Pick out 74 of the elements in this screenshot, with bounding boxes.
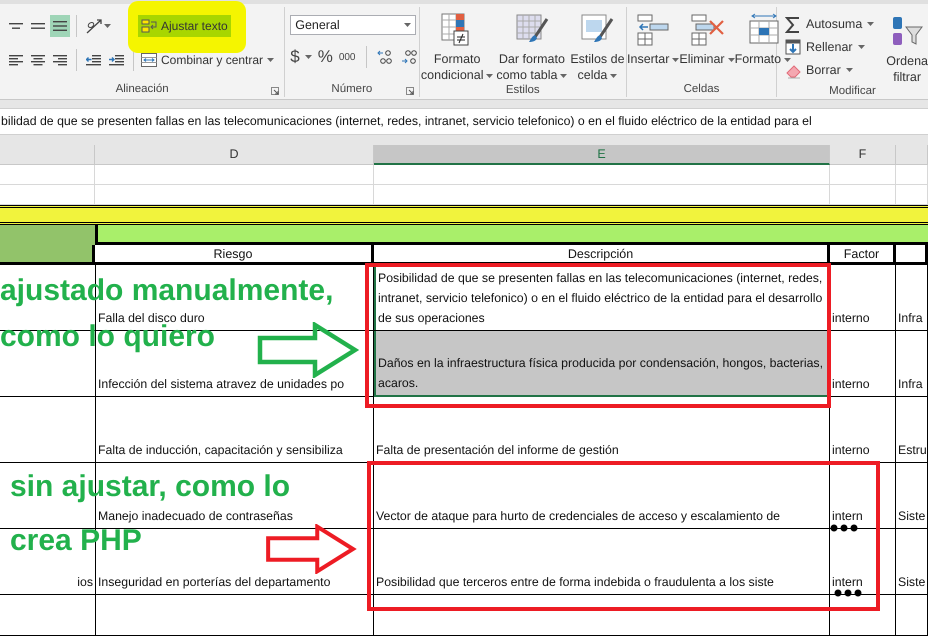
delete-cells-icon (690, 13, 724, 47)
caret-icon (728, 58, 735, 62)
wrap-text-icon (141, 19, 157, 33)
align-center-icon (31, 54, 45, 66)
align-bottom-button[interactable] (50, 15, 70, 37)
column-header[interactable]: F (830, 145, 896, 165)
indent-icon (109, 54, 124, 66)
caret-icon (104, 24, 111, 28)
caret-icon (267, 58, 274, 62)
table-paintbrush-button[interactable]: Dar formato como tabla (496, 13, 568, 83)
outdent-icon (86, 54, 101, 66)
table-cell: Infra (896, 331, 928, 396)
header-cell: Factor (830, 245, 896, 265)
caret-icon (304, 55, 312, 59)
group-label: Número (331, 83, 372, 95)
empty-cell (830, 165, 896, 185)
table-cell: Infra (896, 265, 928, 330)
percent-button[interactable]: % (318, 46, 333, 68)
currency-button[interactable]: $ (290, 46, 312, 68)
table-cell: interno (830, 397, 896, 462)
caret-icon (784, 58, 792, 62)
sum-icon (785, 16, 802, 32)
cell-style-paintbrush-button[interactable]: Estilos de celda (570, 13, 625, 83)
table-cell: Falta de presentación del informe de gestión (374, 397, 830, 462)
group-label: Alineación (116, 83, 169, 95)
sort-filter-button[interactable]: Ordena filtrar (886, 15, 928, 85)
header-cell: Riesgo (95, 245, 374, 265)
align-top-icon (9, 23, 23, 29)
delete-cells-button[interactable]: Eliminar (679, 13, 735, 67)
empty-cell (896, 165, 928, 185)
increase-decimal-icon (376, 49, 394, 65)
decrease-decimal-icon (400, 49, 418, 65)
align-right-icon (53, 54, 67, 66)
table-cell: Vector de ataque para hurto de credenciales de acceso y escalamiento de (374, 463, 830, 528)
insert-cells-icon (636, 13, 670, 47)
caret-icon (672, 58, 680, 62)
table-cell-text: ios (77, 574, 93, 591)
merge-center-button[interactable]: Combinar y centrar (138, 49, 278, 71)
merge-icon (141, 53, 157, 67)
align-left-icon (9, 54, 23, 66)
caret-icon (867, 22, 874, 26)
table-cell: Posibilidad que terceros entre de forma indebida o fraudulenta a los siste (374, 529, 830, 594)
number-format-dropdown[interactable]: General (290, 15, 416, 35)
table-cell: Daños en la infraestructura física producida por condensación, hongos, bacterias, acaros. (374, 331, 830, 397)
thousands-button[interactable]: 000 (338, 52, 356, 62)
group-label: Celdas (684, 83, 720, 95)
group-label: Modificar (829, 85, 876, 97)
wrap-text-button[interactable]: Ajustar texto (138, 15, 231, 37)
orientation-icon (86, 18, 102, 34)
table-cell: Falta de inducción, capacitación y sensibiliza (95, 397, 374, 462)
insert-cells-button[interactable]: Insertar (627, 13, 680, 67)
caret-icon (560, 74, 568, 78)
launcher-icon (271, 87, 280, 95)
caret-icon (858, 45, 865, 49)
align-bottom-icon (53, 21, 67, 31)
table-cell: Siste (896, 529, 928, 594)
table-cell: Siste (896, 463, 928, 528)
empty-cell (896, 245, 928, 265)
formula-bar[interactable]: bilidad de que se presenten fallas en las telecomunicaciones (internet, redes, intranet, servicio telefonico) o en el fluido eléctrico de la entidad para el (0, 108, 928, 135)
sum-button[interactable]: Autosuma (785, 15, 874, 33)
conditional-format-button[interactable]: Formato condicional (420, 13, 494, 83)
caret-icon (486, 74, 494, 78)
caret-icon (610, 74, 618, 78)
table-cell: Estru (896, 397, 928, 462)
caret-icon (404, 23, 412, 27)
header-cell: Descripción (374, 245, 830, 265)
group-label: Estilos (506, 84, 540, 96)
table-cell: interno (830, 265, 896, 330)
table-cell: interno (830, 331, 896, 396)
caret-icon (846, 68, 853, 72)
launcher-icon (406, 87, 414, 95)
align-middle-icon (31, 23, 45, 29)
column-header[interactable]: D (95, 145, 374, 165)
fill-down-icon (785, 38, 802, 56)
